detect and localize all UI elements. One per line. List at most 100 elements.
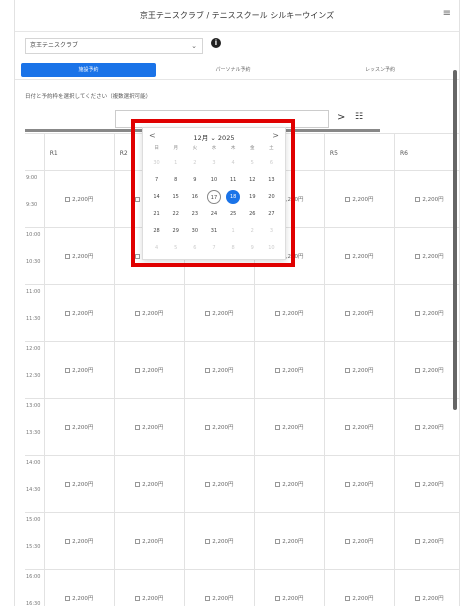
slot-start-time: 14:00 <box>26 460 41 466</box>
time-header <box>25 134 45 170</box>
facility-select-row: 京王テニスクラブ ⌄ i <box>15 32 459 58</box>
slot-checkbox[interactable]: 2,200円 <box>325 399 395 455</box>
slot-checkbox[interactable]: 2,200円 <box>395 399 459 455</box>
slot-price: 2,200円 <box>422 596 444 602</box>
slot-checkbox[interactable]: 2,200円 <box>185 342 255 398</box>
checkbox-icon <box>205 310 211 316</box>
hamburger-icon[interactable]: ≡ <box>443 8 451 19</box>
time-cell: 10:00 10:30 <box>25 228 45 284</box>
slot-price: 2,200円 <box>282 425 304 431</box>
slot-price: 2,200円 <box>142 596 164 602</box>
slot-price: 2,200円 <box>72 539 94 545</box>
tab-lesson[interactable]: レッスン予約 <box>310 63 450 77</box>
slot-checkbox[interactable]: 2,200円 <box>115 342 185 398</box>
slot-price: 2,200円 <box>72 254 94 260</box>
info-icon[interactable]: i <box>211 38 221 48</box>
slot-end-time: 10:30 <box>26 259 41 265</box>
slot-checkbox[interactable]: 2,200円 <box>255 342 325 398</box>
slot-checkbox[interactable]: 2,200円 <box>185 513 255 569</box>
slot-checkbox[interactable]: 2,200円 <box>325 228 395 284</box>
checkbox-icon <box>415 310 421 316</box>
slot-checkbox[interactable]: 2,200円 <box>185 285 255 341</box>
tab-facility[interactable]: 施設予約 <box>21 63 156 77</box>
slot-price: 2,200円 <box>282 596 304 602</box>
slot-checkbox[interactable]: 2,200円 <box>45 342 115 398</box>
checkbox-icon <box>205 424 211 430</box>
slot-checkbox[interactable]: 2,200円 <box>395 285 459 341</box>
calendar-icon[interactable]: ☷ <box>355 112 363 122</box>
tab-personal[interactable]: パーソナル予約 <box>163 63 303 77</box>
slot-checkbox[interactable]: 2,200円 <box>325 570 395 606</box>
slot-price: 2,200円 <box>422 539 444 545</box>
slot-checkbox[interactable]: 2,200円 <box>395 171 459 227</box>
slot-checkbox[interactable]: 2,200円 <box>325 171 395 227</box>
slot-checkbox[interactable]: 2,200円 <box>45 285 115 341</box>
slot-checkbox[interactable]: 2,200円 <box>45 171 115 227</box>
slot-checkbox[interactable]: 2,200円 <box>185 456 255 512</box>
facility-select[interactable]: 京王テニスクラブ ⌄ <box>25 38 203 54</box>
checkbox-icon <box>135 481 141 487</box>
checkbox-icon <box>345 595 351 601</box>
slot-checkbox[interactable]: 2,200円 <box>185 570 255 606</box>
slot-checkbox[interactable]: 2,200円 <box>255 399 325 455</box>
time-cell: 9:00 9:30 <box>25 171 45 227</box>
vertical-scrollbar[interactable] <box>453 70 457 410</box>
court-header: R5 <box>325 134 395 170</box>
slot-price: 2,200円 <box>422 311 444 317</box>
slot-start-time: 16:00 <box>26 574 41 580</box>
slot-checkbox[interactable]: 2,200円 <box>115 513 185 569</box>
checkbox-icon <box>345 367 351 373</box>
slot-checkbox[interactable]: 2,200円 <box>115 399 185 455</box>
slot-start-time: 15:00 <box>26 517 41 523</box>
slot-checkbox[interactable]: 2,200円 <box>395 456 459 512</box>
slot-end-time: 9:30 <box>26 202 38 208</box>
slot-checkbox[interactable]: 2,200円 <box>255 285 325 341</box>
slot-start-time: 13:00 <box>26 403 41 409</box>
table-row: 15:00 15:30 2,200円 2,200円 2,200円 2,200円 2,200円… <box>25 513 459 570</box>
slot-checkbox[interactable]: 2,200円 <box>255 513 325 569</box>
checkbox-icon <box>65 310 71 316</box>
slot-checkbox[interactable]: 2,200円 <box>115 285 185 341</box>
slot-checkbox[interactable]: 2,200円 <box>395 570 459 606</box>
slot-checkbox[interactable]: 2,200円 <box>45 570 115 606</box>
checkbox-icon <box>205 481 211 487</box>
checkbox-icon <box>65 424 71 430</box>
time-cell: 13:00 13:30 <box>25 399 45 455</box>
slot-checkbox[interactable]: 2,200円 <box>255 456 325 512</box>
slot-checkbox[interactable]: 2,200円 <box>45 399 115 455</box>
slot-checkbox[interactable]: 2,200円 <box>255 570 325 606</box>
time-cell: 14:00 14:30 <box>25 456 45 512</box>
table-row: 11:00 11:30 2,200円 2,200円 2,200円 2,200円 2,200円… <box>25 285 459 342</box>
table-row: 16:00 16:30 2,200円 2,200円 2,200円 2,200円 2,200円… <box>25 570 459 606</box>
slot-checkbox[interactable]: 2,200円 <box>325 456 395 512</box>
slot-price: 2,200円 <box>422 197 444 203</box>
slot-checkbox[interactable]: 2,200円 <box>115 570 185 606</box>
slot-price: 2,200円 <box>72 368 94 374</box>
checkbox-icon <box>205 538 211 544</box>
slot-checkbox[interactable]: 2,200円 <box>395 228 459 284</box>
slot-price: 2,200円 <box>352 482 374 488</box>
slot-price: 2,200円 <box>352 425 374 431</box>
slot-checkbox[interactable]: 2,200円 <box>325 342 395 398</box>
slot-checkbox[interactable]: 2,200円 <box>115 456 185 512</box>
slot-checkbox[interactable]: 2,200円 <box>45 456 115 512</box>
checkbox-icon <box>415 196 421 202</box>
slot-price: 2,200円 <box>72 311 94 317</box>
slot-price: 2,200円 <box>212 311 234 317</box>
checkbox-icon <box>415 367 421 373</box>
court-header: R6 <box>395 134 459 170</box>
slot-checkbox[interactable]: 2,200円 <box>325 285 395 341</box>
slot-checkbox[interactable]: 2,200円 <box>185 399 255 455</box>
slot-checkbox[interactable]: 2,200円 <box>325 513 395 569</box>
checkbox-icon <box>65 481 71 487</box>
next-date-button[interactable]: > <box>337 112 345 123</box>
slot-checkbox[interactable]: 2,200円 <box>395 342 459 398</box>
checkbox-icon <box>415 538 421 544</box>
slot-checkbox[interactable]: 2,200円 <box>45 228 115 284</box>
slot-price: 2,200円 <box>282 311 304 317</box>
checkbox-icon <box>415 424 421 430</box>
slot-price: 2,200円 <box>72 197 94 203</box>
slot-checkbox[interactable]: 2,200円 <box>45 513 115 569</box>
slot-checkbox[interactable]: 2,200円 <box>395 513 459 569</box>
checkbox-icon <box>65 253 71 259</box>
